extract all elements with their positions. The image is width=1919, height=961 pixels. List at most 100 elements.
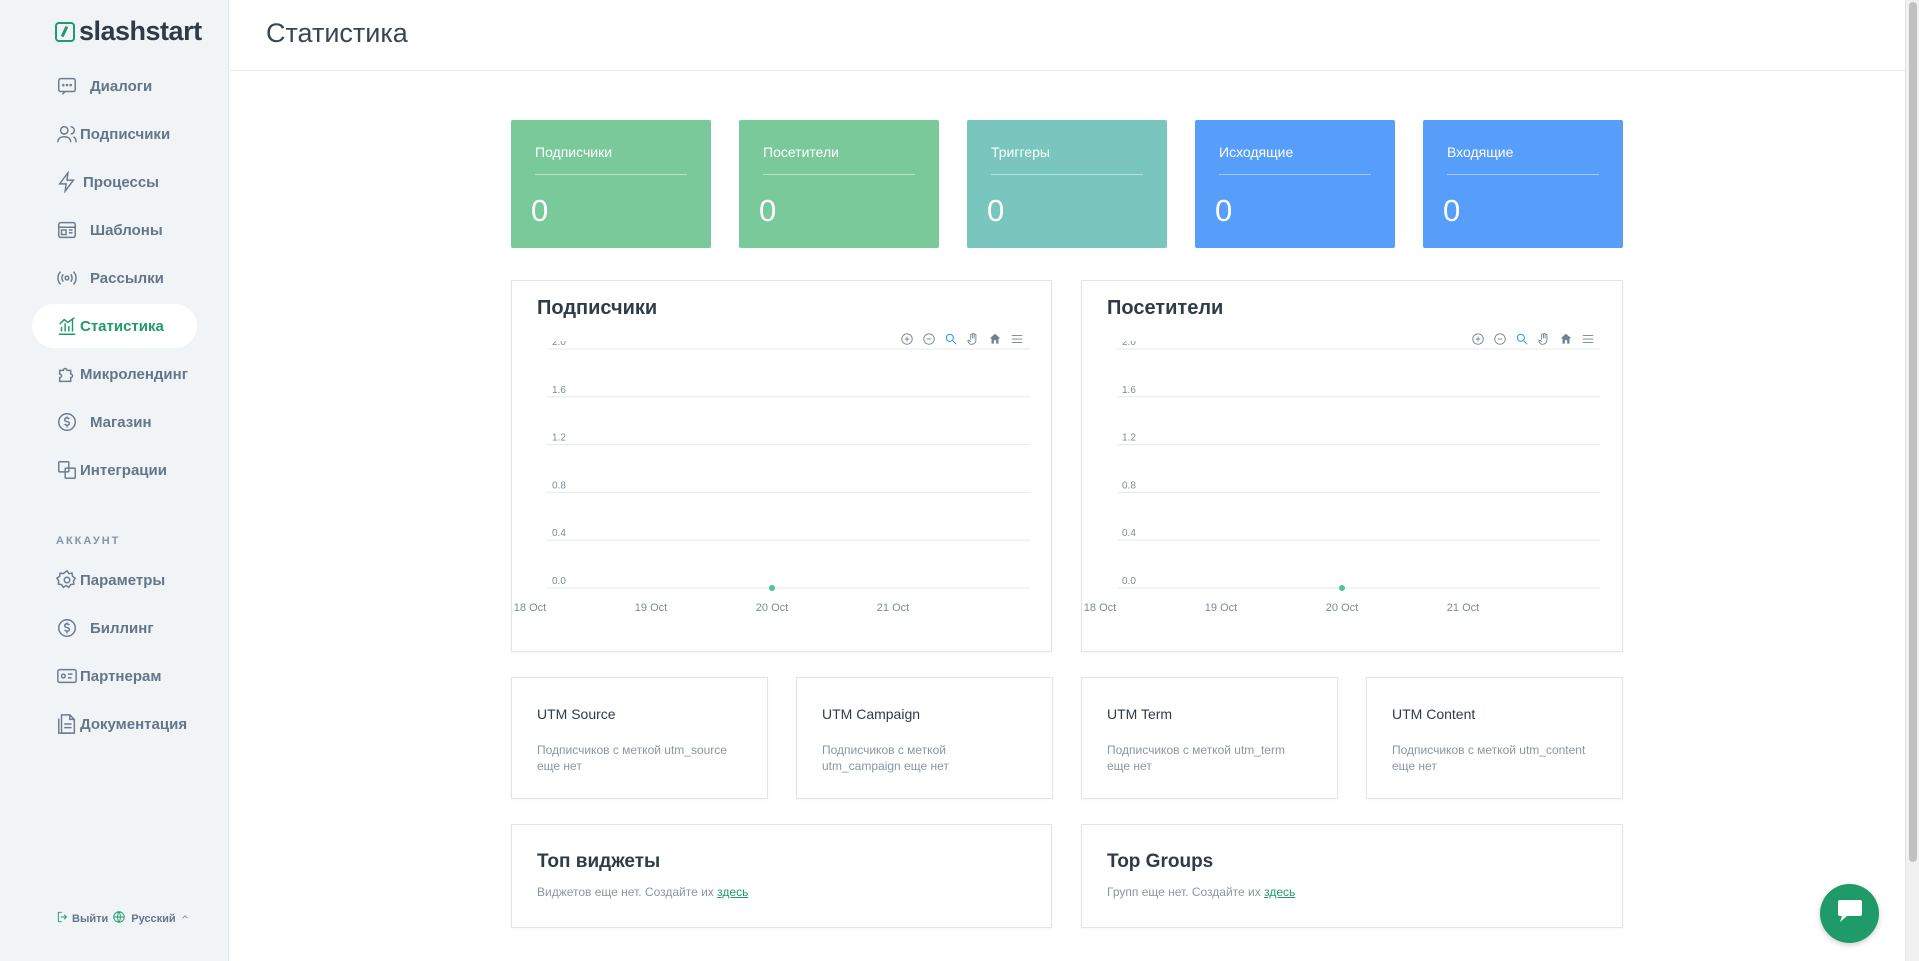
stat-card-subscribers: Подписчики 0 <box>511 120 711 248</box>
sidebar-item-label: Микролендинг <box>80 365 188 383</box>
sidebar: slashstart Диалоги Подписчики Процессы Ш… <box>0 0 229 961</box>
utm-campaign-card: UTM Campaign Подписчиков с меткой utm_ca… <box>796 677 1053 799</box>
x-tick-label: 20 Oct <box>1326 602 1358 614</box>
create-widget-link[interactable]: здесь <box>717 885 748 899</box>
subscribers-line-chart: 2.0 1.6 1.2 0.8 0.4 0.0 18 Oct 19 Oct 20 Oct 21 O… <box>514 341 1030 614</box>
x-tick-label: 21 Oct <box>1447 602 1479 614</box>
visitors-line-chart: 2.0 1.6 1.2 0.8 0.4 0.0 18 Oct 19 Oct 20 Oct 21 O… <box>1084 341 1600 614</box>
utm-title: UTM Campaign <box>822 706 921 722</box>
bolt-icon <box>56 171 78 193</box>
logo[interactable]: slashstart <box>55 16 202 47</box>
y-tick-label: 1.2 <box>552 433 566 444</box>
sidebar-item-templates[interactable]: Шаблоны <box>32 208 197 252</box>
puzzle-icon <box>56 363 78 385</box>
stat-value: 0 <box>759 193 777 228</box>
y-tick-label: 0.8 <box>552 480 566 491</box>
sidebar-item-label: Процессы <box>83 173 159 191</box>
stat-card-triggers: Триггеры 0 <box>967 120 1167 248</box>
utm-empty-text: Подписчиков с меткой utm_source еще нет <box>537 743 727 773</box>
stat-value: 0 <box>987 193 1005 228</box>
stat-title: Триггеры <box>991 144 1143 175</box>
y-tick-label: 2.0 <box>552 341 566 348</box>
sidebar-item-label: Документация <box>80 715 188 733</box>
logout-link[interactable]: Выйти <box>72 913 108 925</box>
sidebar-item-billing[interactable]: Биллинг <box>32 606 197 650</box>
language-selector[interactable]: Русский <box>131 913 175 925</box>
top-widgets-desc: Виджетов еще нет. Создайте их <box>537 885 714 899</box>
sidebar-footer: Выйти Русский <box>56 910 190 927</box>
x-tick-label: 19 Oct <box>1205 602 1237 614</box>
sidebar-item-statistics[interactable]: Статистика <box>32 304 197 348</box>
sidebar-item-label: Магазин <box>90 413 152 431</box>
y-tick-label: 0.0 <box>1122 576 1136 587</box>
stat-value: 0 <box>1215 193 1233 228</box>
stat-card-visitors: Посетители 0 <box>739 120 939 248</box>
page-header: Статистика <box>230 0 1905 71</box>
stat-title: Исходящие <box>1219 144 1371 175</box>
page-scrollbar[interactable] <box>1905 0 1919 961</box>
sidebar-item-label: Диалоги <box>90 77 153 95</box>
chat-icon <box>56 75 78 97</box>
sidebar-item-settings[interactable]: Параметры <box>32 558 197 602</box>
stat-title: Посетители <box>763 144 915 175</box>
utm-title: UTM Term <box>1107 706 1173 722</box>
top-groups-title: Top Groups <box>1107 851 1214 872</box>
chat-bubble-icon <box>1835 898 1865 929</box>
y-tick-label: 0.4 <box>552 528 566 539</box>
sidebar-item-label: Биллинг <box>90 619 154 637</box>
utm-title: UTM Source <box>537 706 616 722</box>
stat-card-outgoing: Исходящие 0 <box>1195 120 1395 248</box>
top-groups-empty: Групп еще нет. Создайте их здесь <box>1107 885 1295 899</box>
y-tick-label: 1.2 <box>1122 433 1136 444</box>
sidebar-item-processes[interactable]: Процессы <box>32 160 197 204</box>
account-nav: Параметры Биллинг Партнерам Документация <box>32 558 197 750</box>
dollar-icon <box>56 411 78 433</box>
chat-support-button[interactable] <box>1820 884 1879 943</box>
logout-icon <box>56 910 70 927</box>
chart-title: Подписчики <box>537 297 658 319</box>
y-tick-label: 1.6 <box>552 385 566 396</box>
create-group-link[interactable]: здесь <box>1264 885 1295 899</box>
chevron-up-icon[interactable] <box>180 912 190 925</box>
top-widgets-empty: Виджетов еще нет. Создайте их здесь <box>537 885 748 899</box>
sidebar-item-microlanding[interactable]: Микролендинг <box>32 352 197 396</box>
x-tick-label: 18 Oct <box>514 602 546 614</box>
data-point[interactable] <box>769 585 775 591</box>
sidebar-item-documentation[interactable]: Документация <box>32 702 197 746</box>
sidebar-item-shop[interactable]: Магазин <box>32 400 197 444</box>
data-point[interactable] <box>1339 585 1345 591</box>
sidebar-item-subscribers[interactable]: Подписчики <box>32 112 197 156</box>
x-tick-label: 18 Oct <box>1084 602 1116 614</box>
partner-icon <box>56 665 78 687</box>
sidebar-item-dialogs[interactable]: Диалоги <box>32 64 197 108</box>
sidebar-item-label: Шаблоны <box>90 221 163 239</box>
sidebar-item-label: Статистика <box>80 317 164 335</box>
dollar-icon <box>56 617 78 639</box>
top-groups-card: Top Groups Групп еще нет. Создайте их зд… <box>1081 824 1623 928</box>
utm-empty-text: Подписчиков с меткой utm_content еще нет <box>1392 743 1586 773</box>
template-icon <box>56 219 78 241</box>
x-tick-label: 20 Oct <box>756 602 788 614</box>
sidebar-item-broadcasts[interactable]: Рассылки <box>32 256 197 300</box>
stat-value: 0 <box>531 193 549 228</box>
logo-icon <box>55 21 75 42</box>
stat-value: 0 <box>1443 193 1461 228</box>
sidebar-item-label: Интеграции <box>80 461 167 479</box>
utm-content-card: UTM Content Подписчиков с меткой utm_con… <box>1366 677 1623 799</box>
integration-icon <box>56 459 78 481</box>
stat-title: Подписчики <box>535 144 687 175</box>
utm-title: UTM Content <box>1392 706 1476 722</box>
users-icon <box>56 123 78 145</box>
top-groups-desc: Групп еще нет. Создайте их <box>1107 885 1261 899</box>
utm-term-card: UTM Term Подписчиков с меткой utm_term е… <box>1081 677 1338 799</box>
stat-card-incoming: Входящие 0 <box>1423 120 1623 248</box>
sidebar-item-integrations[interactable]: Интеграции <box>32 448 197 492</box>
scrollbar-thumb[interactable] <box>1909 2 1917 862</box>
sidebar-item-label: Параметры <box>80 571 166 589</box>
sidebar-item-partners[interactable]: Партнерам <box>32 654 197 698</box>
main-nav: Диалоги Подписчики Процессы Шаблоны Расс… <box>32 64 197 496</box>
broadcast-icon <box>56 267 78 289</box>
page-title: Статистика <box>266 18 408 48</box>
y-tick-label: 0.4 <box>1122 528 1136 539</box>
brand-name: slashstart <box>79 16 202 46</box>
